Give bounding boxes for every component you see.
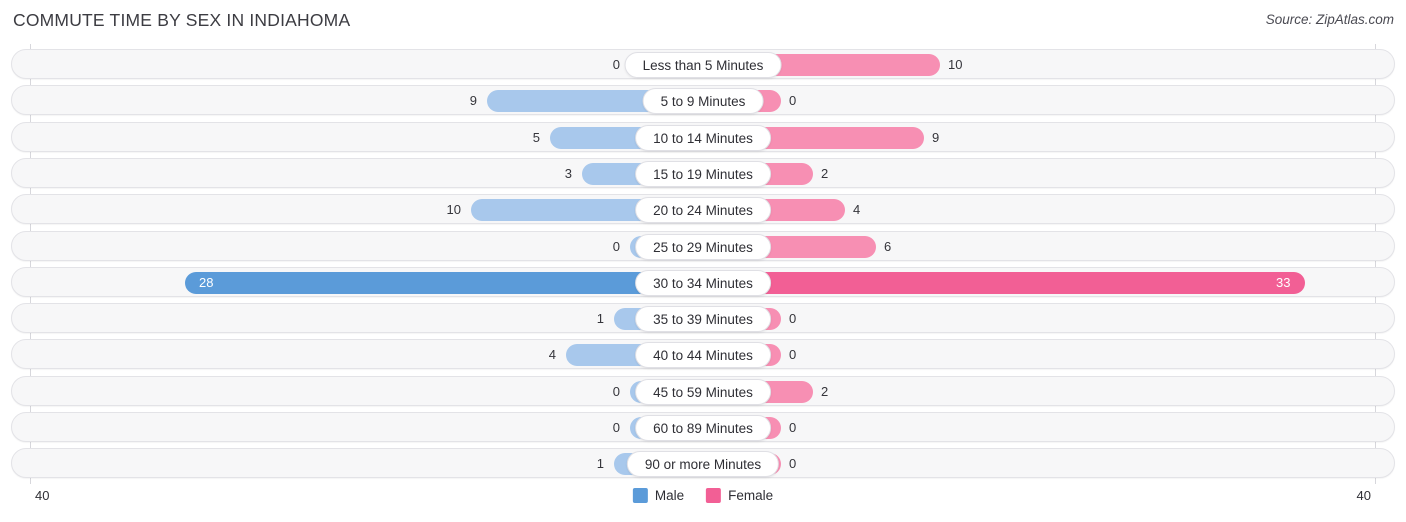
table-row[interactable]: 4 0 40 to 44 Minutes	[11, 339, 1395, 370]
value-label-male: 10	[446, 202, 461, 218]
value-label-male: 1	[596, 311, 604, 327]
value-label-male: 0	[612, 383, 620, 399]
legend-swatch-male-icon	[632, 488, 648, 503]
table-row[interactable]: 3 2 15 to 19 Minutes	[11, 157, 1395, 188]
value-label-male: 3	[564, 165, 572, 181]
bar-male[interactable]	[185, 271, 705, 294]
table-row[interactable]: 9 0 5 to 9 Minutes	[11, 85, 1395, 116]
category-label: 45 to 59 Minutes	[635, 378, 771, 405]
table-row[interactable]: 5 9 10 to 14 Minutes	[11, 121, 1395, 152]
value-label-female: 0	[789, 93, 797, 109]
category-label: 15 to 19 Minutes	[635, 160, 771, 187]
page-title: COMMUTE TIME BY SEX IN INDIAHOMA	[13, 10, 351, 30]
category-label: 10 to 14 Minutes	[635, 124, 771, 151]
chart-footer: 40 40 Male Female	[0, 484, 1406, 522]
value-label-female: 2	[821, 165, 829, 181]
category-label: 60 to 89 Minutes	[635, 415, 771, 441]
legend-label-female: Female	[728, 488, 774, 503]
category-label: 35 to 39 Minutes	[635, 306, 771, 333]
category-label: 90 or more Minutes	[626, 451, 780, 478]
value-label-female: 4	[853, 202, 861, 218]
chart-legend: Male Female	[632, 488, 773, 503]
legend-swatch-female-icon	[706, 488, 722, 503]
legend-item-male[interactable]: Male	[632, 488, 685, 503]
value-label-male: 5	[532, 129, 540, 145]
legend-label-male: Male	[654, 488, 685, 503]
value-label-female: 9	[932, 129, 940, 145]
table-row[interactable]: 10 4 20 to 24 Minutes	[11, 194, 1395, 225]
value-label-male: 9	[469, 93, 477, 109]
axis-tick-right: 40	[1356, 488, 1371, 503]
value-label-female: 0	[789, 456, 797, 472]
value-label-female: 2	[821, 383, 829, 399]
value-label-male: 4	[548, 347, 556, 363]
table-row[interactable]: 1 0 35 to 39 Minutes	[11, 303, 1395, 334]
table-row[interactable]: 0 6 25 to 29 Minutes	[11, 230, 1395, 261]
table-row[interactable]: 0 0 60 to 89 Minutes	[11, 412, 1395, 442]
value-label-female: 0	[789, 420, 797, 435]
table-row[interactable]: 1 0 90 or more Minutes	[11, 448, 1395, 479]
table-row[interactable]: 0 10 Less than 5 Minutes	[11, 49, 1395, 79]
value-label-female: 0	[789, 347, 797, 363]
category-label: 40 to 44 Minutes	[635, 342, 771, 369]
chart-header: COMMUTE TIME BY SEX IN INDIAHOMA Source:…	[0, 0, 1406, 44]
category-label: 5 to 9 Minutes	[642, 88, 764, 115]
value-label-male: 0	[612, 238, 620, 254]
value-label-male: 28	[199, 274, 214, 290]
category-label: 30 to 34 Minutes	[635, 269, 771, 296]
value-label-male: 0	[612, 420, 620, 435]
value-label-female: 33	[1276, 274, 1291, 290]
axis-tick-left: 40	[35, 488, 50, 503]
value-label-female: 10	[948, 57, 963, 72]
bar-female[interactable]	[706, 271, 1305, 294]
category-label: Less than 5 Minutes	[624, 52, 782, 78]
source-attribution: Source: ZipAtlas.com	[1265, 12, 1394, 27]
category-label: 25 to 29 Minutes	[635, 233, 771, 260]
value-label-male: 1	[596, 456, 604, 472]
chart-root: COMMUTE TIME BY SEX IN INDIAHOMA Source:…	[0, 0, 1406, 522]
legend-item-female[interactable]: Female	[706, 488, 773, 503]
value-label-female: 0	[789, 311, 797, 327]
table-row[interactable]: 0 2 45 to 59 Minutes	[11, 375, 1395, 406]
value-label-male: 0	[612, 57, 620, 72]
table-row[interactable]: 28 33 30 to 34 Minutes	[11, 266, 1395, 297]
plot-area: 0 10 Less than 5 Minutes 9 0 5 to 9 Minutes 5 9…	[0, 44, 1406, 484]
category-label: 20 to 24 Minutes	[635, 197, 771, 224]
value-label-female: 6	[884, 238, 892, 254]
